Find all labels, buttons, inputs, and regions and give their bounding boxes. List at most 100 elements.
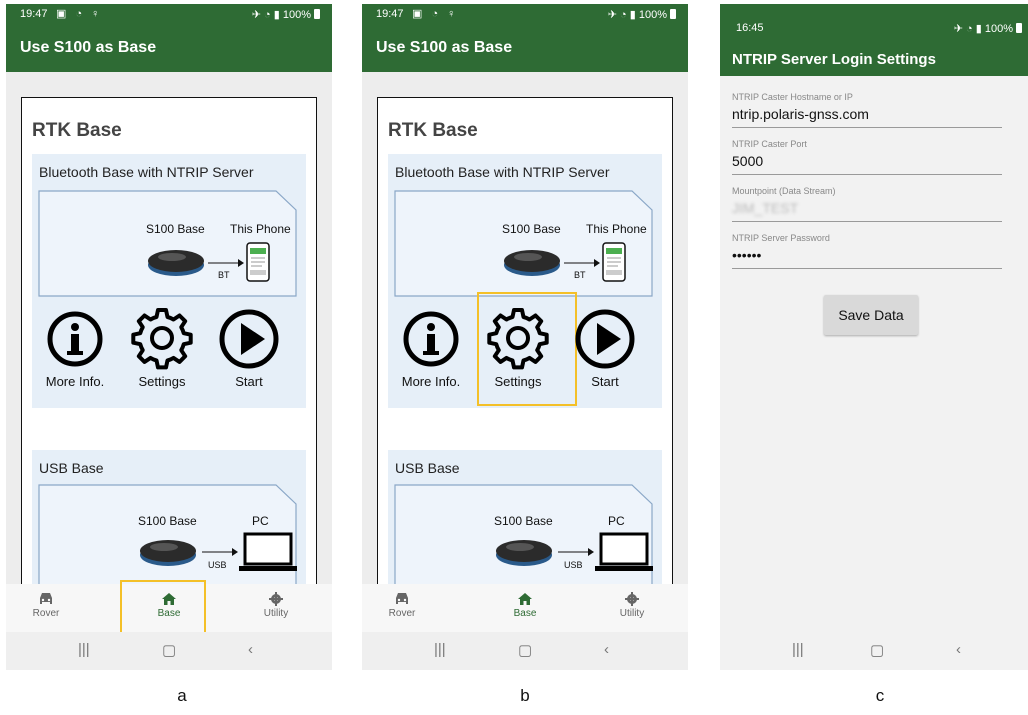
link-label: BT	[218, 270, 230, 280]
recents-button[interactable]: |||	[434, 641, 446, 658]
nav-label: Utility	[619, 608, 645, 619]
system-navigation-bar: ||| ▢ ‹	[6, 632, 332, 670]
rtk-base-page: RTK Base Bluetooth Base with NTRIP Serve…	[21, 97, 317, 584]
save-data-button[interactable]: Save Data	[824, 295, 918, 335]
device-label: S100 Base	[494, 514, 553, 528]
nav-label: Utility	[263, 608, 289, 619]
field-underline	[732, 127, 1002, 128]
back-button[interactable]: ‹	[956, 641, 961, 658]
s100-device-icon	[496, 540, 552, 566]
app-title: NTRIP Server Login Settings	[732, 51, 936, 68]
usb-base-card: USB Base S100 Base PC USB	[388, 450, 662, 584]
main-content[interactable]: RTK Base Bluetooth Base with NTRIP Serve…	[6, 72, 332, 584]
play-icon	[575, 309, 635, 369]
phone-screen-b: 19:47 ▣ ◔ ♀ ✈ ◔ ▮ 100% Use S100 as Base …	[362, 4, 688, 670]
home-button[interactable]: ▢	[870, 641, 884, 659]
status-system-icons: ✈ ◔ ▮ 100%	[954, 22, 1022, 35]
target-label: PC	[608, 514, 625, 528]
info-icon	[403, 311, 459, 367]
main-content[interactable]: RTK Base Bluetooth Base with NTRIP Serve…	[362, 72, 688, 584]
back-button[interactable]: ‹	[604, 641, 609, 658]
status-time: 16:45	[736, 22, 764, 34]
app-bar: Use S100 as Base	[6, 26, 332, 72]
field-value[interactable]: ntrip.polaris-gnss.com	[732, 106, 869, 122]
nav-item-rover[interactable]: Rover	[6, 588, 86, 628]
app-bar: 16:45 ✈ ◔ ▮ 100% NTRIP Server Login Sett…	[720, 4, 1028, 76]
s100-device-icon	[504, 250, 560, 276]
system-navigation-bar: ||| ▢ ‹	[362, 632, 688, 670]
field-underline	[732, 221, 1002, 222]
status-bar: 19:47 ▣ ◔ ♀ ✈ ◔ ▮ 100%	[362, 4, 688, 26]
laptop-icon	[239, 532, 297, 571]
device-label: S100 Base	[146, 222, 205, 236]
phone-screen-a: 19:47 ▣ ◔ ♀ ✈ ◔ ▮ 100% Use S100 as Base …	[6, 4, 332, 670]
field-value[interactable]: JIM_TEST	[732, 200, 798, 216]
more-info-button[interactable]: More Info.	[40, 306, 110, 396]
link-label: USB	[208, 560, 227, 570]
laptop-icon	[595, 532, 653, 571]
more-info-label: More Info.	[401, 374, 461, 389]
play-icon	[219, 309, 279, 369]
phone-icon	[246, 242, 270, 282]
status-system-text: ✈ ◔ ▮ 100%	[953, 23, 1013, 35]
usb-diagram: S100 Base PC USB	[38, 484, 300, 584]
nav-label: Base	[513, 608, 537, 619]
caption-c: c	[875, 686, 885, 705]
start-button[interactable]: Start	[214, 306, 284, 396]
card-title: Bluetooth Base with NTRIP Server	[39, 164, 254, 180]
nav-item-utility[interactable]: Utility	[236, 588, 316, 628]
page-title: RTK Base	[32, 120, 122, 141]
status-system-icons: ✈ ◔ ▮ 100%	[252, 8, 320, 21]
highlight-box	[120, 580, 206, 636]
start-label: Start	[591, 374, 619, 389]
recents-button[interactable]: |||	[78, 641, 90, 658]
info-icon	[47, 311, 103, 367]
field-value[interactable]: 5000	[732, 153, 763, 169]
arrow-icon	[558, 548, 594, 556]
status-system-text: ✈ ◔ ▮ 100%	[251, 9, 311, 21]
nav-item-base[interactable]: Base	[485, 588, 565, 628]
bluetooth-diagram: S100 Base This Phone BT	[38, 190, 300, 298]
bluetooth-base-card: Bluetooth Base with NTRIP Server S100 Ba…	[388, 154, 662, 408]
field-label: NTRIP Caster Port	[732, 139, 807, 149]
nav-item-rover[interactable]: Rover	[362, 588, 442, 628]
more-info-button[interactable]: More Info.	[396, 306, 466, 396]
car-icon	[40, 593, 52, 604]
rtk-base-page: RTK Base Bluetooth Base with NTRIP Serve…	[377, 97, 673, 584]
start-button[interactable]: Start	[570, 306, 640, 396]
bottom-navigation: Rover Base Utility	[362, 584, 688, 632]
device-label: S100 Base	[502, 222, 561, 236]
home-button[interactable]: ▢	[162, 641, 176, 659]
back-button[interactable]: ‹	[248, 641, 253, 658]
arrow-icon	[202, 548, 238, 556]
home-button[interactable]: ▢	[518, 641, 532, 659]
bluetooth-base-card: Bluetooth Base with NTRIP Server S100 Ba…	[32, 154, 306, 408]
settings-button[interactable]: Settings	[477, 292, 577, 406]
field-value[interactable]: ••••••	[732, 247, 761, 263]
nav-label: Rover	[388, 608, 416, 619]
arrow-icon	[208, 259, 244, 267]
target-label: This Phone	[230, 222, 291, 236]
arrow-icon	[564, 259, 600, 267]
page-title: RTK Base	[388, 120, 478, 141]
app-title: Use S100 as Base	[376, 39, 513, 56]
battery-icon	[670, 9, 676, 19]
field-underline	[732, 268, 1002, 269]
settings-button[interactable]: Settings	[127, 306, 197, 396]
app-bar: Use S100 as Base	[362, 26, 688, 72]
usb-diagram: S100 Base PC USB	[394, 484, 656, 584]
bottom-navigation: Rover Base Utility	[6, 580, 332, 636]
nav-item-utility[interactable]: Utility	[592, 588, 672, 628]
nav-label: Rover	[32, 608, 60, 619]
s100-device-icon	[140, 540, 196, 566]
card-title: USB Base	[39, 460, 104, 476]
field-underline	[732, 174, 1002, 175]
app-title: Use S100 as Base	[20, 39, 157, 56]
battery-icon	[314, 9, 320, 19]
status-bar: 19:47 ▣ ◔ ♀ ✈ ◔ ▮ 100%	[6, 4, 332, 26]
start-label: Start	[235, 374, 263, 389]
recents-button[interactable]: |||	[792, 641, 804, 658]
target-label: PC	[252, 514, 269, 528]
gear-icon	[625, 592, 639, 606]
card-title: USB Base	[395, 460, 460, 476]
